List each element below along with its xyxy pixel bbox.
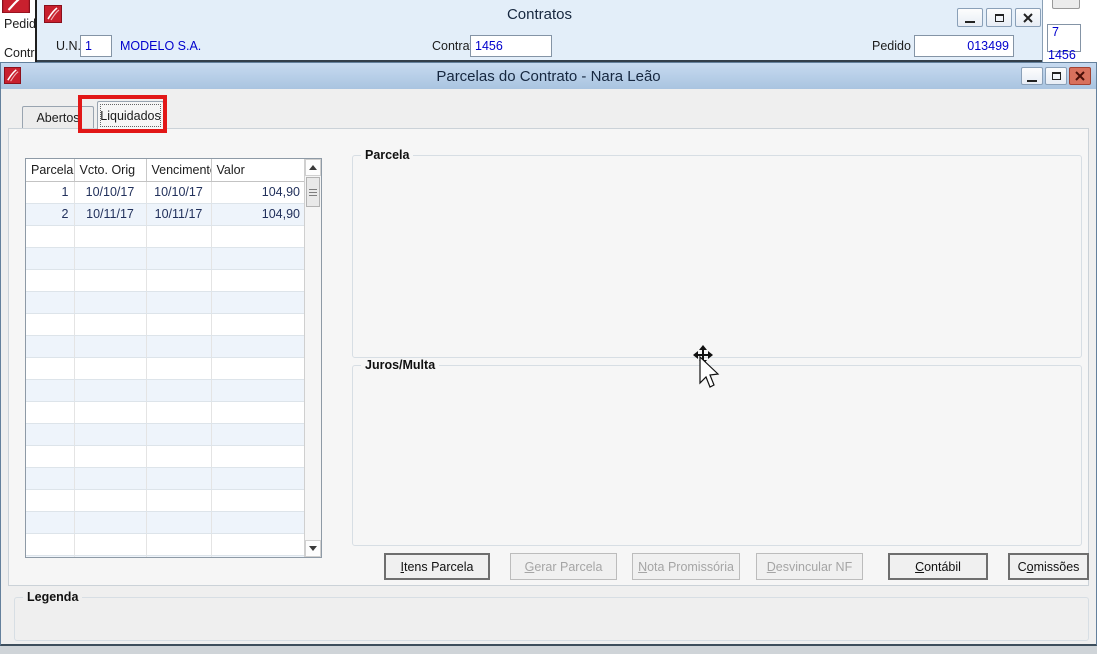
un-field[interactable]: 1	[80, 35, 112, 57]
parcelas-grid: Parcela Vcto. Orig Vencimento Valor 1 10/…	[26, 159, 305, 557]
minimize-icon	[965, 21, 975, 23]
move-cursor-icon	[693, 345, 720, 388]
contratos-close-button[interactable]	[1015, 8, 1041, 27]
contratos-window: Contratos U.N. 1 MODELO S.A. Contrato 14…	[37, 0, 1042, 62]
col-header-parcela[interactable]: Parcela	[26, 159, 75, 182]
bg-left-label-contr: Contr	[4, 46, 35, 60]
arrow-up-icon	[309, 165, 317, 170]
maximize-icon	[994, 13, 1004, 22]
table-row[interactable]	[26, 379, 305, 402]
red-annotation-box	[78, 95, 167, 133]
nota-promissoria-button[interactable]: Nota Promissória	[632, 553, 740, 580]
table-row[interactable]	[26, 357, 305, 380]
table-row[interactable]	[26, 445, 305, 468]
table-row[interactable]	[26, 247, 305, 270]
scroll-up-button[interactable]	[305, 159, 321, 176]
screen: Pedido Contr 7 1456 Contratos U.N. 1 MOD…	[0, 0, 1097, 654]
contratos-maximize-button[interactable]	[986, 8, 1012, 27]
bg-right-partial-button[interactable]	[1052, 0, 1080, 9]
parcelas-table: Parcela Vcto. Orig Vencimento Valor 1 10/…	[25, 158, 322, 558]
juros-multa-groupbox: Juros/Multa	[352, 358, 1082, 546]
parcelas-window-title: Parcelas do Contrato - Nara Leão	[436, 68, 661, 85]
table-row[interactable]: 2 10/11/17 10/11/17 104,90	[26, 203, 305, 226]
parcelas-minimize-button[interactable]	[1021, 67, 1043, 85]
itens-parcela-button[interactable]: Itens Parcela	[384, 553, 490, 580]
legenda-group-title: Legenda	[23, 590, 83, 604]
contabil-button[interactable]: Contábil	[888, 553, 988, 580]
scrollbar-thumb[interactable]	[306, 177, 320, 207]
parcela-groupbox: Parcela	[352, 148, 1082, 358]
table-row[interactable]	[26, 335, 305, 358]
app-icon	[2, 0, 30, 13]
scroll-down-button[interactable]	[305, 540, 321, 557]
table-row[interactable]	[26, 533, 305, 556]
parcelas-maximize-button[interactable]	[1045, 67, 1067, 85]
table-row[interactable]	[26, 225, 305, 248]
col-header-vencimento[interactable]: Vencimento	[146, 159, 212, 182]
close-icon	[1023, 12, 1033, 23]
table-row[interactable]	[26, 291, 305, 314]
parcelas-close-button[interactable]	[1069, 67, 1091, 85]
bg-left-label-pedido: Pedido	[4, 17, 36, 31]
gerar-parcela-button[interactable]: Gerar Parcela	[510, 553, 617, 580]
table-row[interactable]: 1 10/10/17 10/10/17 104,90	[26, 181, 305, 204]
grid-body: 1 10/10/17 10/10/17 104,90 2 10/11/17 10/11/17…	[26, 181, 305, 557]
background-window-right: 7 1456	[1042, 0, 1097, 64]
company-name: MODELO S.A.	[120, 39, 202, 53]
desvincular-nf-button[interactable]: Desvincular NF	[756, 553, 863, 580]
table-row[interactable]	[26, 467, 305, 490]
table-row[interactable]	[26, 511, 305, 534]
table-row[interactable]	[26, 313, 305, 336]
col-header-valor[interactable]: Valor	[211, 159, 305, 182]
contratos-minimize-button[interactable]	[957, 8, 983, 27]
legenda-groupbox: Legenda	[14, 590, 1089, 641]
arrow-down-icon	[309, 546, 317, 551]
bg-right-number: 1456	[1048, 48, 1076, 62]
table-row[interactable]	[26, 423, 305, 446]
table-row[interactable]	[26, 489, 305, 512]
table-header-row: Parcela Vcto. Orig Vencimento Valor	[26, 159, 305, 182]
contrato-field[interactable]: 1456	[470, 35, 552, 57]
table-row[interactable]	[26, 401, 305, 424]
pedido-label: Pedido	[872, 39, 911, 53]
table-row[interactable]	[26, 269, 305, 292]
parcela-group-title: Parcela	[361, 148, 414, 162]
un-label: U.N.	[56, 39, 81, 53]
contratos-window-title: Contratos	[506, 6, 573, 23]
comissoes-button[interactable]: Co missões	[1008, 553, 1089, 580]
maximize-icon	[1051, 72, 1061, 80]
pedido-field[interactable]: 013499	[914, 35, 1014, 57]
col-header-vcto-orig[interactable]: Vcto. Orig	[74, 159, 147, 182]
background-window-left: Pedido Contr	[0, 0, 37, 62]
close-icon	[1075, 71, 1085, 81]
minimize-icon	[1027, 79, 1037, 82]
parcelas-titlebar[interactable]: Parcelas do Contrato - Nara Leão	[1, 63, 1096, 89]
table-scrollbar[interactable]	[304, 159, 321, 557]
juros-multa-group-title: Juros/Multa	[361, 358, 440, 372]
thumb-grip-icon	[309, 188, 317, 196]
table-row[interactable]	[26, 555, 305, 557]
